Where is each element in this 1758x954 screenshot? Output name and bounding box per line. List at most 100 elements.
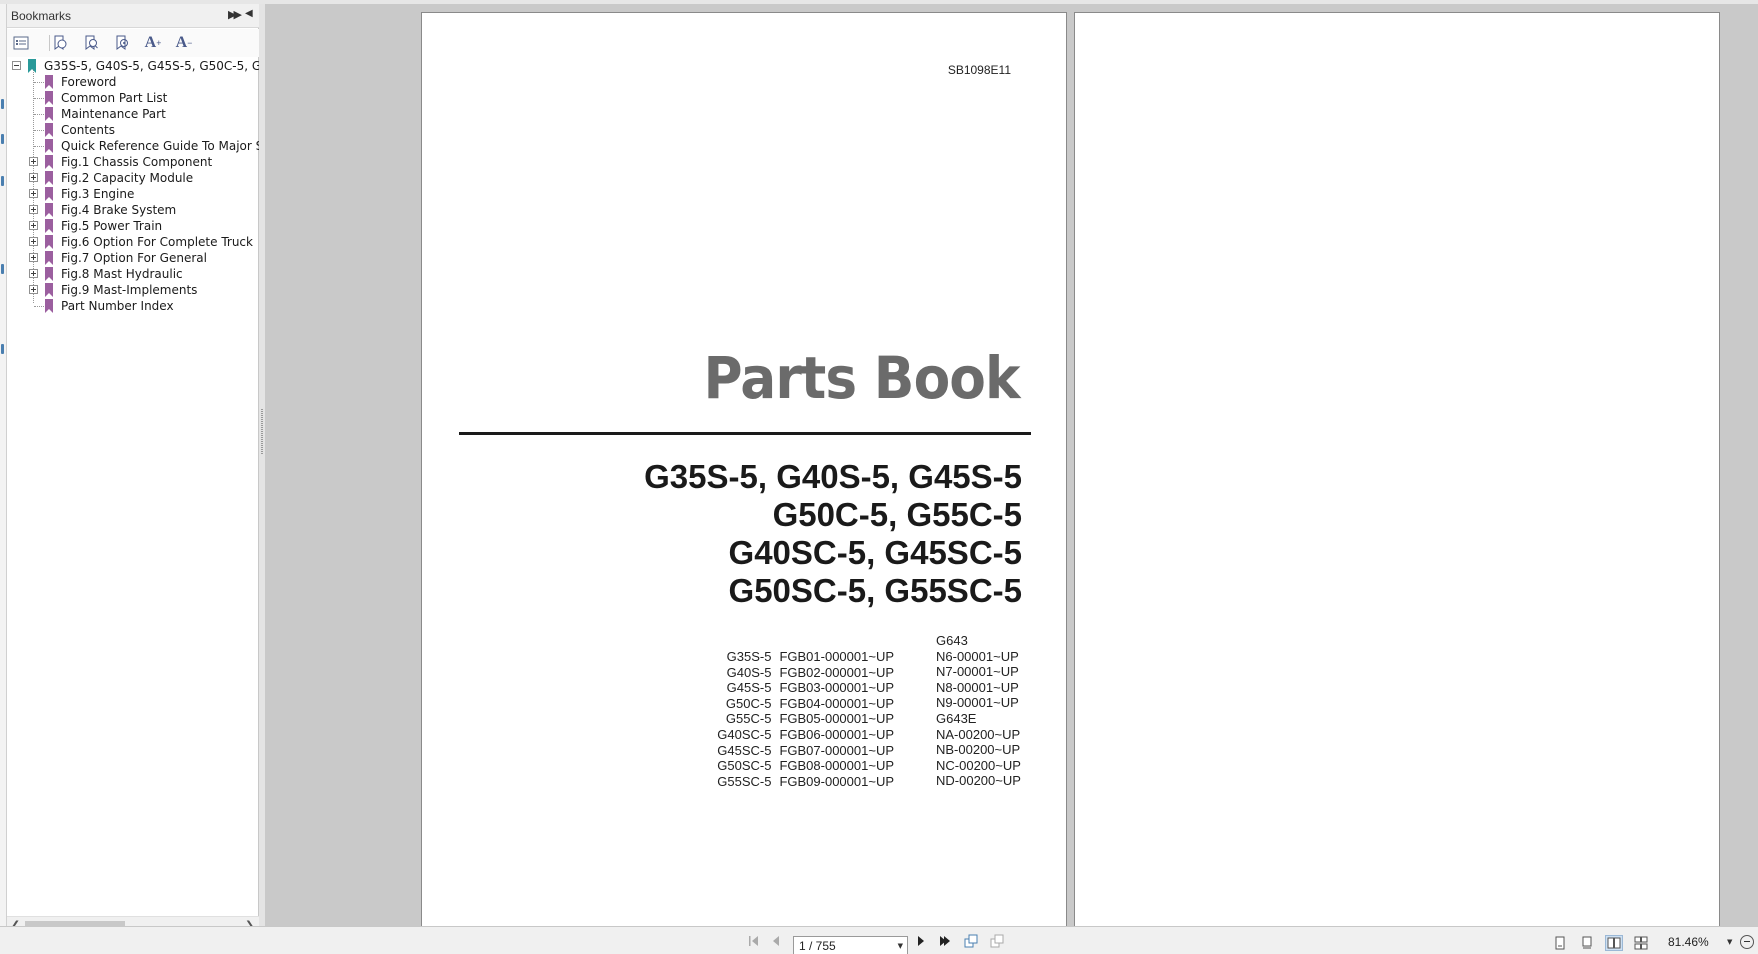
next-page-button[interactable]	[913, 933, 929, 949]
tree-connector	[34, 146, 44, 147]
single-page-icon	[1555, 936, 1565, 950]
cover-pages-icon	[1634, 936, 1648, 950]
serial-row: G40SC-5 FGB06-000001~UP	[717, 727, 894, 743]
single-page-view-button[interactable]	[1551, 935, 1569, 951]
serial-row: G50C-5 FGB04-000001~UP	[717, 696, 894, 712]
engine-row: NA-00200~UP	[936, 726, 1021, 742]
tree-connector	[34, 306, 44, 307]
rail-tool-marker[interactable]	[1, 99, 4, 109]
expand-toggle-icon[interactable]	[29, 221, 38, 230]
serial-model: G55C-5	[725, 711, 772, 727]
panel-expand-icon[interactable]: ▶▶	[228, 8, 242, 21]
bookmark-item-label: Common Part List	[61, 91, 168, 105]
expand-toggle-icon[interactable]	[29, 173, 38, 182]
document-page-2[interactable]	[1074, 12, 1720, 928]
bookmark-item-label: Foreword	[61, 75, 117, 89]
cover-view-button[interactable]	[1632, 935, 1650, 951]
bookmark-icon	[45, 91, 53, 105]
serial-range: FGB03-000001~UP	[779, 680, 894, 696]
forward-view-icon	[990, 934, 1004, 948]
first-page-button[interactable]	[746, 933, 762, 949]
go-forward-view-button[interactable]	[989, 933, 1005, 949]
bookmark-properties-button[interactable]	[80, 33, 102, 53]
bookmark-item-label: Fig.2 Capacity Module	[61, 171, 194, 185]
expand-toggle-icon[interactable]	[29, 157, 38, 166]
bookmark-icon	[45, 187, 53, 201]
engine-row: N9-00001~UP	[936, 695, 1019, 711]
bookmark-item-label: Contents	[61, 123, 115, 137]
engine-row: NB-00200~UP	[936, 742, 1021, 758]
serial-row: G45SC-5 FGB07-000001~UP	[717, 743, 894, 759]
new-bookmark-button[interactable]	[49, 33, 71, 53]
bookmark-root-icon	[28, 59, 36, 73]
bookmark-item-label: Fig.5 Power Train	[61, 219, 163, 233]
expand-toggle-icon[interactable]	[29, 237, 38, 246]
zoom-level[interactable]: 81.46%	[1668, 935, 1709, 949]
serial-row: G55SC-5 FGB09-000001~UP	[717, 774, 894, 790]
bookmark-search-icon	[85, 35, 98, 50]
engine-row: G643E	[936, 710, 977, 726]
page-number-input[interactable]: 1 / 755 ▼	[793, 936, 908, 954]
bookmarks-panel-header: Bookmarks ▶▶ ◀	[7, 4, 259, 28]
serial-range: FGB01-000001~UP	[779, 649, 894, 664]
shrink-text-button[interactable]: A −	[173, 33, 195, 53]
model-line: G35S-5, G40S-5, G45S-5	[644, 458, 1022, 495]
document-title: Parts Book	[703, 344, 1021, 412]
expand-toggle-icon[interactable]	[29, 285, 38, 294]
rail-tool-marker[interactable]	[1, 134, 4, 144]
pdf-viewer-app: Bookmarks ▶▶ ◀ A + A − G35S-5, G40S-5, G…	[0, 0, 1758, 954]
expand-toggle-icon[interactable]	[29, 269, 38, 278]
options-list-icon	[13, 36, 29, 50]
model-line: G50SC-5, G55SC-5	[728, 572, 1022, 609]
go-back-view-button[interactable]	[963, 933, 979, 949]
bookmark-item[interactable]: Part Number Index	[7, 297, 259, 315]
bookmark-item-label: Fig.8 Mast Hydraulic	[61, 267, 183, 281]
document-page-1[interactable]: SB1098E11 Parts Book G35S-5, G40S-5, G45…	[421, 12, 1067, 928]
tree-connector	[34, 114, 44, 115]
bookmark-icon	[45, 107, 53, 121]
bookmarks-toolbar: A + A −	[7, 29, 259, 57]
enlarge-text-label: A	[144, 34, 157, 51]
engine-row: G643	[936, 633, 968, 648]
expand-toggle-icon[interactable]	[29, 189, 38, 198]
enlarge-text-button[interactable]: A +	[142, 33, 164, 53]
page-dropdown-icon[interactable]: ▼	[898, 942, 903, 950]
document-viewer[interactable]: SB1098E11 Parts Book G35S-5, G40S-5, G45…	[265, 4, 1758, 928]
rail-tool-marker[interactable]	[1, 344, 4, 354]
bookmark-add-icon	[54, 35, 67, 50]
title-rule	[459, 432, 1031, 435]
serial-row: G35S-5 FGB01-000001~UP	[717, 649, 894, 665]
model-list: G35S-5, G40S-5, G45S-5 G50C-5, G55C-5 G4…	[644, 458, 1022, 610]
serial-range: FGB02-000001~UP	[779, 664, 894, 680]
zoom-out-icon[interactable]	[1740, 935, 1754, 949]
expand-toggle-icon[interactable]	[29, 205, 38, 214]
panel-collapse-icon[interactable]: ◀	[245, 8, 253, 19]
serial-model: G40SC-5	[717, 726, 772, 742]
previous-page-icon	[773, 936, 779, 946]
expand-toggle-icon[interactable]	[29, 253, 38, 262]
facing-view-button[interactable]	[1605, 935, 1623, 951]
bookmark-goto-button[interactable]	[111, 33, 133, 53]
rail-tool-marker[interactable]	[1, 176, 4, 186]
zoom-dropdown-icon[interactable]: ▼	[1727, 938, 1732, 946]
status-bar: 1 / 755 ▼ 81.46% ▼	[0, 926, 1758, 954]
serial-range: FGB05-000001~UP	[779, 711, 894, 727]
bookmark-options-button[interactable]	[10, 33, 32, 53]
bookmark-icon	[45, 203, 53, 217]
bookmark-icon	[45, 219, 53, 233]
last-page-button[interactable]	[937, 933, 953, 949]
collapse-toggle-icon[interactable]	[12, 61, 21, 70]
serial-row: G45S-5 FGB03-000001~UP	[717, 680, 894, 696]
continuous-view-button[interactable]	[1578, 935, 1596, 951]
bookmark-item-label: Fig.9 Mast-Implements	[61, 283, 198, 297]
tree-connector	[34, 98, 44, 99]
splitter-grip[interactable]	[261, 409, 263, 454]
shrink-text-label: A	[175, 34, 188, 51]
document-code: SB1098E11	[947, 63, 1011, 77]
bookmark-icon	[45, 283, 53, 297]
minus-icon: −	[187, 38, 193, 48]
rail-tool-marker[interactable]	[1, 264, 4, 274]
bookmark-tree: G35S-5, G40S-5, G45S-5, G50C-5, G5 Forew…	[7, 57, 259, 917]
previous-page-button[interactable]	[768, 933, 784, 949]
serial-model: G50C-5	[725, 695, 772, 711]
